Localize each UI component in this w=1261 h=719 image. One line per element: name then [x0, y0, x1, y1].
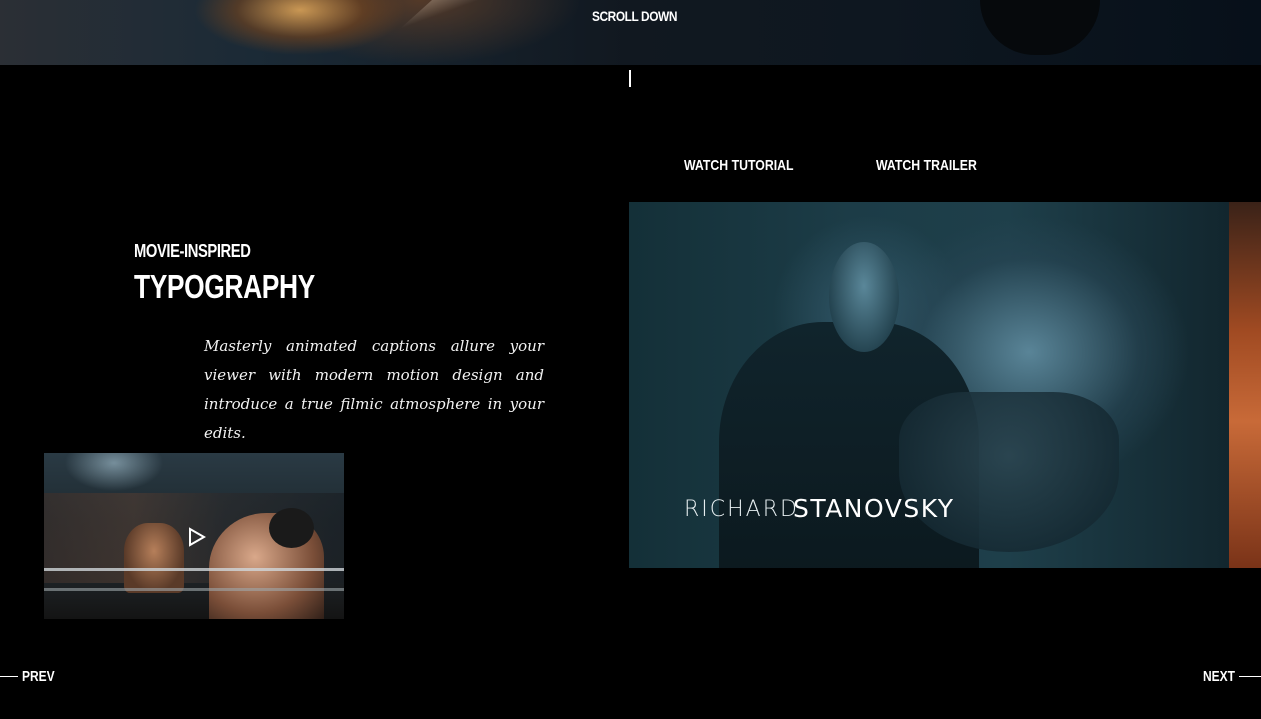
rusty-wall — [1229, 202, 1261, 568]
watch-trailer-button[interactable]: WATCH TRAILER — [876, 157, 977, 174]
hero-shadow — [980, 0, 1100, 55]
section-description: Masterly animated captions allure your v… — [204, 337, 544, 442]
boxer-headgear — [269, 508, 314, 548]
boxer-figure — [124, 523, 184, 593]
boxing-video-thumbnail[interactable] — [44, 453, 344, 619]
next-button[interactable]: NEXT — [1195, 668, 1261, 685]
section-title: TYPOGRAPHY — [134, 268, 315, 305]
caption-last-name: STANOVSKY — [793, 494, 955, 523]
scroll-down-link[interactable]: SCROLL DOWN — [592, 8, 677, 24]
prev-line — [0, 676, 18, 677]
scroll-indicator-line — [629, 70, 631, 87]
watch-tutorial-button[interactable]: WATCH TUTORIAL — [684, 157, 794, 174]
prev-button[interactable]: PREV — [0, 668, 63, 685]
caption-first-name: RICHARD — [684, 497, 799, 522]
ring-rope — [44, 568, 344, 571]
next-line — [1239, 676, 1261, 677]
section-subtitle: MOVIE-INSPIRED — [134, 241, 251, 261]
portrait-face — [899, 392, 1119, 552]
portrait-ear — [829, 242, 899, 352]
ring-rope — [44, 588, 344, 591]
prev-label: PREV — [22, 668, 55, 685]
play-icon[interactable] — [188, 527, 206, 547]
next-label: NEXT — [1202, 668, 1235, 685]
hero-highlight — [360, 0, 480, 65]
